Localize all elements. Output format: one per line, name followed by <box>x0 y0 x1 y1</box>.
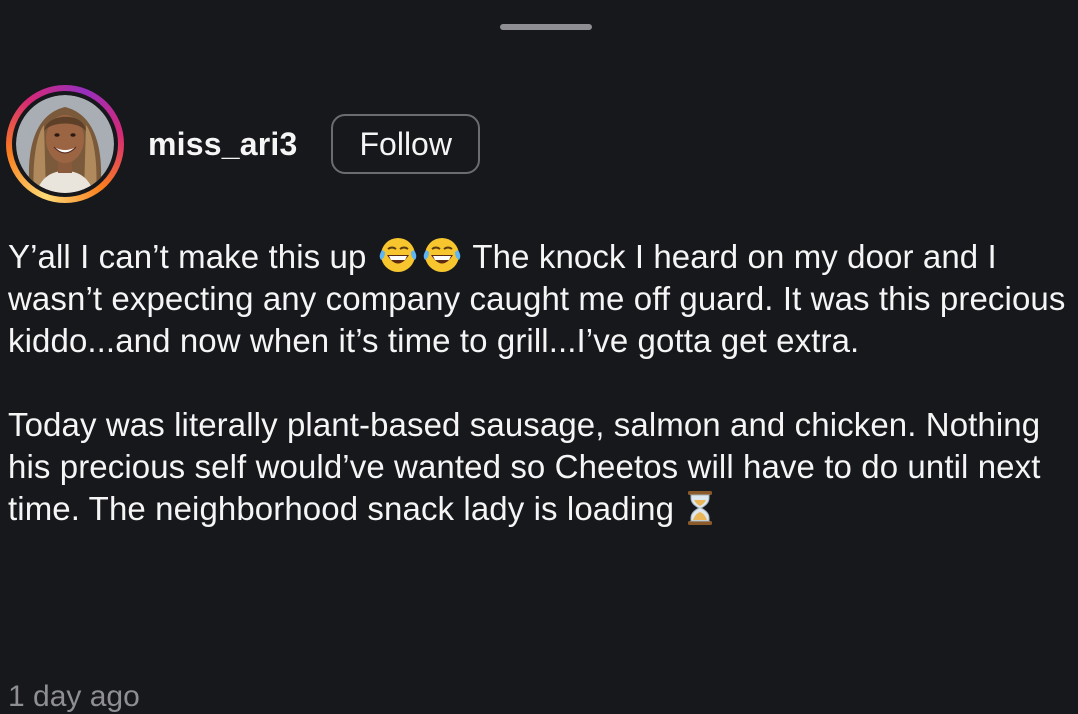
post-timestamp: 1 day ago <box>8 680 140 713</box>
post-caption: Y’all I can’t make this up The knock I h… <box>8 236 1068 530</box>
username[interactable]: miss_ari3 <box>148 126 297 163</box>
caption-text: Y’all I can’t make this up <box>8 238 367 275</box>
caption-paragraph-2: Today was literally plant-based sausage,… <box>8 404 1068 530</box>
laughing-tears-emoji-icon <box>379 238 417 272</box>
hourglass-emoji-icon <box>688 491 713 525</box>
laughing-tears-emoji-icon <box>423 238 461 272</box>
story-ring[interactable] <box>6 85 124 203</box>
follow-button[interactable]: Follow <box>331 114 480 174</box>
sheet-grabber-handle[interactable] <box>500 24 592 30</box>
avatar[interactable] <box>16 95 114 193</box>
caption-text: Today was literally plant-based sausage,… <box>8 406 1041 527</box>
post-header: miss_ari3 Follow <box>6 84 480 204</box>
caption-paragraph-1: Y’all I can’t make this up The knock I h… <box>8 236 1068 362</box>
